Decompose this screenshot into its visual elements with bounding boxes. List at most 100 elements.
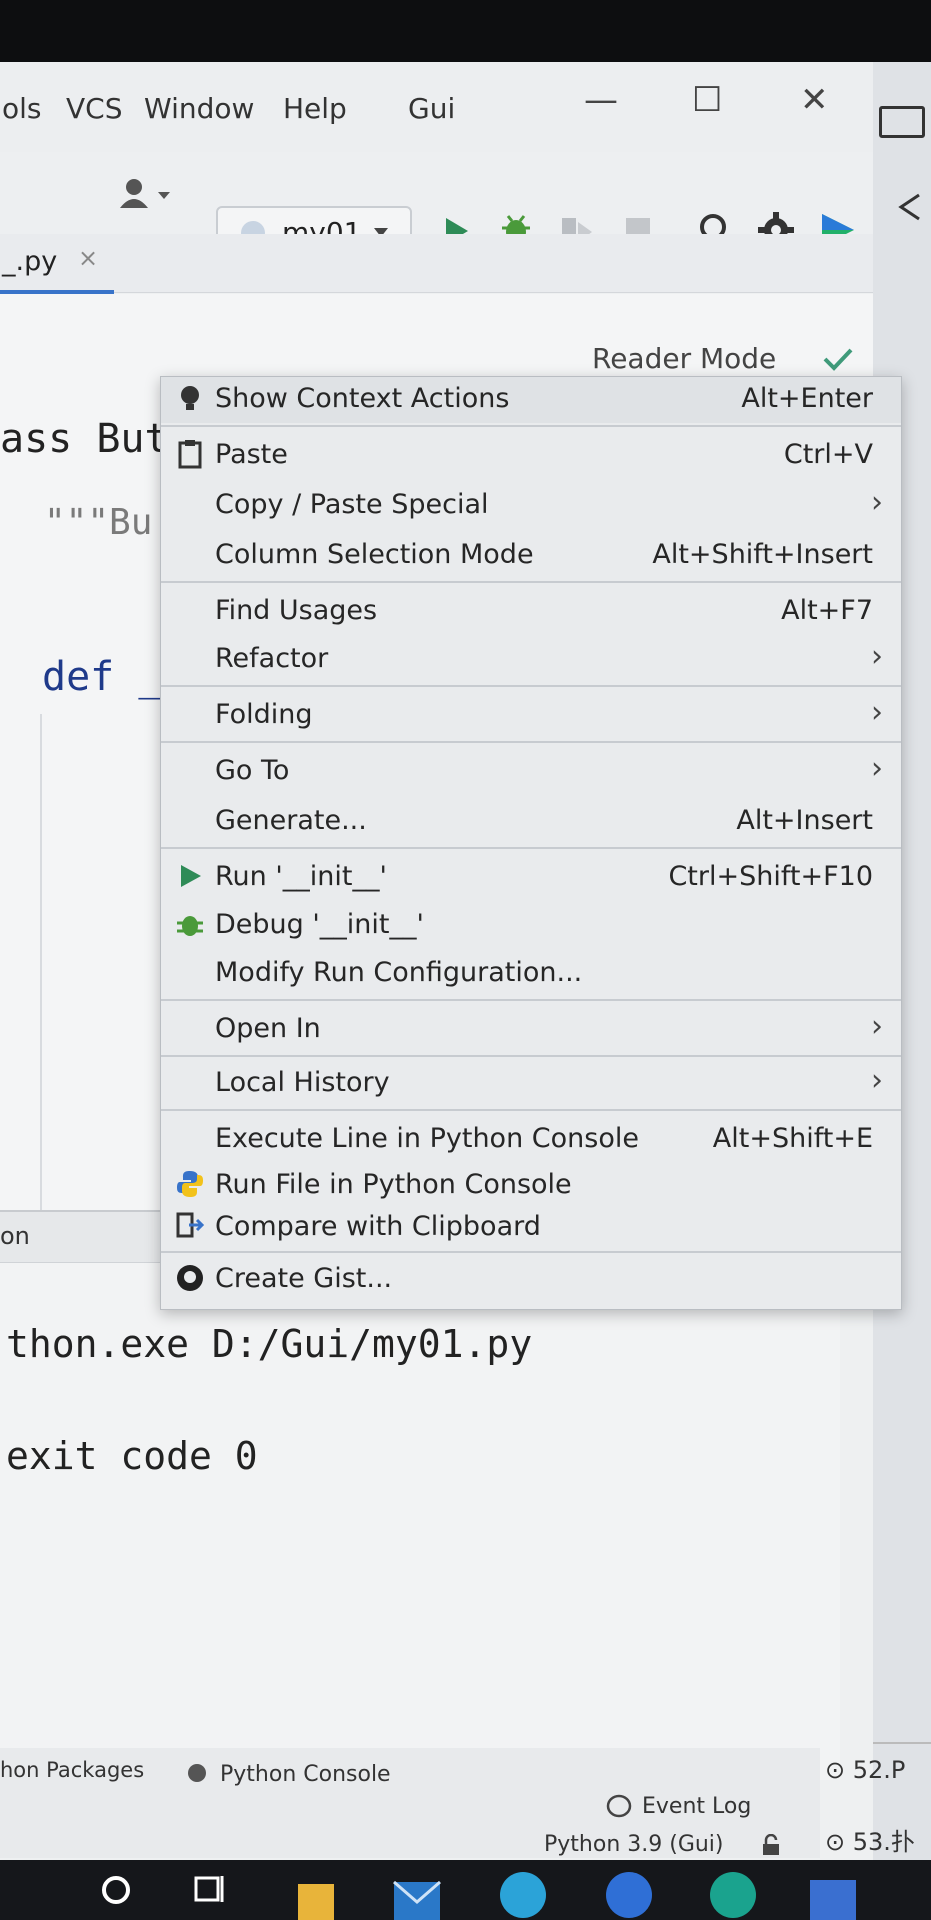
menu-item-label: Generate... (215, 805, 367, 836)
mail-icon[interactable] (392, 1876, 442, 1920)
list-item[interactable]: ⊙ 53.扑 (825, 1822, 915, 1857)
chevron-right-icon: › (871, 639, 883, 674)
editor-tab[interactable]: _.py × (0, 234, 114, 294)
menu-item-label: Modify Run Configuration... (215, 957, 583, 988)
list-item[interactable]: ⊙ 52.P (825, 1756, 905, 1784)
console-output-line: thon.exe D:/Gui/my01.py (6, 1322, 533, 1366)
list-item-label: 52.P (852, 1756, 906, 1784)
app-icon-blue[interactable] (604, 1870, 654, 1920)
tab-filename: _.py (2, 246, 58, 277)
menu-item-paste[interactable]: Paste Ctrl+V (161, 433, 901, 479)
event-log-button[interactable]: Event Log (642, 1794, 751, 1819)
menu-item-shortcut: Ctrl+Shift+F10 (668, 861, 873, 892)
code-line-docstring: """Bu (44, 502, 153, 543)
search-circle-icon[interactable] (100, 1874, 132, 1906)
menu-item-label: Run File in Python Console (215, 1169, 572, 1200)
menu-separator (161, 741, 901, 743)
tab-close-icon[interactable]: × (78, 244, 98, 272)
context-menu: Show Context Actions Alt+Enter Paste Ctr… (160, 376, 902, 1310)
run-icon (181, 865, 201, 887)
menu-item-label: Run '__init__' (215, 861, 387, 892)
os-taskbar (0, 1860, 931, 1920)
compare-icon (176, 1212, 205, 1238)
menu-item-shortcut: Alt+Enter (741, 383, 873, 414)
back-arrow-icon[interactable] (895, 192, 925, 222)
menu-item-go-to[interactable]: Go To › (161, 749, 901, 795)
menu-item-copy-paste-special[interactable]: Copy / Paste Special › (161, 483, 901, 529)
divider (873, 1742, 931, 1744)
menu-separator (161, 1055, 901, 1057)
tab-python-packages[interactable]: hon Packages (0, 1758, 144, 1782)
status-bar: hon Packages Python Console Event Log Py… (0, 1748, 820, 1858)
menu-item-local-history[interactable]: Local History › (161, 1061, 901, 1107)
project-title: Gui (408, 92, 456, 125)
menu-item-label: Copy / Paste Special (215, 489, 489, 520)
menu-separator (161, 999, 901, 1001)
menu-item-label: Create Gist... (215, 1263, 393, 1294)
interpreter-selector[interactable]: Python 3.9 (Gui) (544, 1832, 724, 1857)
menu-item-debug[interactable]: Debug '__init__' (161, 903, 901, 949)
menu-item-label: Folding (215, 699, 313, 730)
menu-item-shortcut: Alt+F7 (781, 595, 873, 626)
menu-vcs[interactable]: VCS (66, 92, 122, 125)
minimize-button[interactable]: — (584, 80, 618, 120)
list-item-label: 53.扑 (852, 1828, 915, 1856)
run-panel-title: on (0, 1222, 30, 1250)
menu-item-execute-line[interactable]: Execute Line in Python Console Alt+Shift… (161, 1117, 901, 1163)
play-circle-icon: ⊙ (825, 1828, 846, 1856)
menu-item-label: Execute Line in Python Console (215, 1123, 639, 1154)
chevron-right-icon: › (871, 1009, 883, 1044)
menu-help[interactable]: Help (283, 92, 347, 125)
maximize-button[interactable]: ☐ (692, 80, 722, 120)
main-toolbar: my01 (0, 152, 873, 262)
chevron-right-icon: › (871, 751, 883, 786)
menu-item-label: Find Usages (215, 595, 378, 626)
reader-mode-toggle[interactable]: Reader Mode (592, 342, 776, 375)
browser-icon[interactable] (498, 1870, 548, 1920)
menu-item-label: Go To (215, 755, 290, 786)
menu-separator (161, 847, 901, 849)
menu-item-show-context-actions[interactable]: Show Context Actions Alt+Enter (161, 377, 901, 423)
code-line-def: def _ (42, 654, 163, 700)
menu-window[interactable]: Window (144, 92, 254, 125)
menu-tools[interactable]: ols (2, 92, 42, 125)
panel-icon[interactable] (879, 106, 925, 138)
app-icon-green[interactable] (708, 1870, 758, 1920)
menu-item-refactor[interactable]: Refactor › (161, 637, 901, 683)
menu-item-run-file-console[interactable]: Run File in Python Console (161, 1163, 901, 1209)
menu-item-label: Compare with Clipboard (215, 1211, 541, 1242)
menu-separator (161, 425, 901, 427)
menu-item-label: Refactor (215, 643, 329, 674)
menu-item-create-gist[interactable]: Create Gist... (161, 1257, 901, 1303)
menu-item-label: Paste (215, 439, 288, 470)
menu-item-modify-run-config[interactable]: Modify Run Configuration... (161, 951, 901, 997)
play-circle-icon: ⊙ (825, 1756, 846, 1784)
menu-item-find-usages[interactable]: Find Usages Alt+F7 (161, 589, 901, 635)
menu-item-open-in[interactable]: Open In › (161, 1007, 901, 1053)
event-log-icon (606, 1794, 632, 1818)
tab-python-console[interactable]: Python Console (220, 1762, 391, 1787)
indent-guide (40, 714, 42, 1214)
close-button[interactable]: ✕ (800, 80, 829, 120)
menu-item-shortcut: Alt+Shift+Insert (652, 539, 873, 570)
debug-icon (177, 916, 203, 936)
task-view-icon[interactable] (194, 1872, 226, 1906)
menu-item-compare-clipboard[interactable]: Compare with Clipboard (161, 1205, 901, 1251)
clipboard-icon (178, 440, 202, 469)
menu-item-folding[interactable]: Folding › (161, 693, 901, 739)
lock-icon[interactable] (760, 1834, 784, 1856)
menu-item-generate[interactable]: Generate... Alt+Insert (161, 799, 901, 845)
menu-item-label: Column Selection Mode (215, 539, 534, 570)
editor-tab-bar: _.py × (0, 234, 873, 294)
console-output-line: exit code 0 (6, 1434, 258, 1478)
menu-item-run[interactable]: Run '__init__' Ctrl+Shift+F10 (161, 855, 901, 901)
chevron-right-icon: › (871, 1063, 883, 1098)
menu-item-column-selection[interactable]: Column Selection Mode Alt+Shift+Insert (161, 533, 901, 579)
chevron-right-icon: › (871, 695, 883, 730)
file-explorer-icon[interactable] (296, 1876, 336, 1920)
menu-item-shortcut: Alt+Insert (736, 805, 873, 836)
app-icon-square[interactable] (808, 1876, 858, 1920)
menu-separator (161, 1251, 901, 1253)
menu-item-label: Show Context Actions (215, 383, 510, 414)
user-icon[interactable] (118, 176, 176, 216)
